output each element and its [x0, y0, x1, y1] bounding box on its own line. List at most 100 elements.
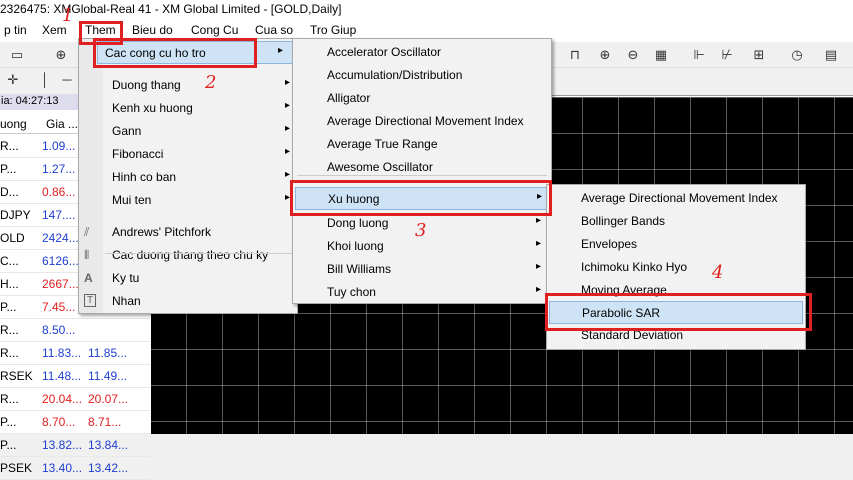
zoom-out-icon[interactable]: ⊖ — [624, 46, 642, 64]
row-symbol: P... — [0, 438, 17, 452]
row-symbol: C... — [0, 254, 19, 268]
insert-menu-item-label: Mui ten — [112, 193, 152, 207]
submenu-arrow-icon: ▸ — [285, 192, 291, 203]
market-watch-row[interactable]: R... 11.83... 11.85... — [0, 342, 150, 365]
indicators-icon[interactable]: ⊞ — [750, 46, 768, 64]
menu-insert[interactable]: Them — [85, 23, 116, 37]
indicators-menu-item[interactable]: Accelerator Oscillator — [295, 41, 549, 64]
submenu-arrow-icon: ▸ — [285, 77, 291, 88]
insert-menu: Cac cong cu ho tro ▸ Duong thang ▸ Kenh xu h… — [78, 38, 298, 314]
autoscroll-icon[interactable]: ⊩ — [690, 46, 708, 64]
indicators-menu-item[interactable]: Accumulation/Distribution — [295, 64, 549, 87]
submenu-arrow-icon: ▸ — [285, 123, 291, 134]
market-watch-row[interactable]: RSEK 11.48... 11.49... — [0, 365, 150, 388]
insert-menu-item[interactable]: Kenh xu huong ▸ — [105, 97, 295, 120]
insert-menu-item[interactable]: Duong thang ▸ — [105, 74, 295, 97]
insert-menu-item-label: Duong thang — [112, 78, 181, 92]
menu-help[interactable]: Tro Giup — [310, 23, 356, 37]
title-bar: 2326475: XMGlobal-Real 41 - XM Global Li… — [0, 0, 853, 19]
submenu-arrow-icon: ▸ — [536, 215, 542, 226]
insert-menu-item[interactable]: Cac duong thang theo chu ky — [105, 244, 295, 267]
insert-menu-item[interactable]: Nhan — [105, 290, 295, 313]
row-symbol: H... — [0, 277, 19, 291]
row-bid: 147.... — [42, 208, 76, 222]
row-ask: 11.49... — [88, 369, 128, 383]
periods-icon[interactable]: ◷ — [788, 46, 806, 64]
trend-menu-item[interactable]: Envelopes — [549, 233, 803, 256]
insert-menu-item[interactable]: Andrews' Pitchfork — [105, 221, 295, 244]
insert-menu-item[interactable]: Hinh co ban ▸ — [105, 166, 295, 189]
market-watch-row[interactable]: R... 8.50... — [0, 319, 150, 342]
insert-menu-item-label: Cac cong cu ho tro — [105, 46, 206, 60]
add-icon[interactable]: ⊕ — [52, 46, 70, 64]
row-ask: 8.71... — [88, 415, 122, 429]
row-bid: 6126... — [42, 254, 79, 268]
trend-menu-item[interactable]: Standard Deviation — [549, 324, 803, 347]
insert-menu-item-label: Cac duong thang theo chu ky — [112, 248, 269, 262]
row-bid: 11.48... — [42, 369, 82, 383]
insert-menu-item-label: Kenh xu huong — [112, 101, 193, 115]
insert-menu-item[interactable]: Fibonacci ▸ — [105, 143, 295, 166]
row-bid: 11.83... — [42, 346, 82, 360]
column-symbol[interactable]: uong — [0, 117, 27, 131]
menu-tools[interactable]: Cong Cu — [191, 23, 238, 37]
row-symbol: R... — [0, 323, 19, 337]
new-chart-icon[interactable]: ▭ — [8, 46, 26, 64]
row-bid: 8.50... — [42, 323, 76, 337]
indicators-menu-item[interactable]: Xu huong ▸ — [295, 187, 549, 210]
templates-icon[interactable]: ▤ — [822, 46, 840, 64]
indicators-menu-item-label: Average True Range — [327, 137, 438, 151]
indicators-menu-item[interactable]: Tuy chon ▸ — [295, 281, 549, 304]
horizontal-line-icon[interactable]: ─ — [58, 71, 76, 89]
step-number-1: 1 — [62, 5, 74, 26]
trend-menu-item[interactable]: Moving Average — [549, 279, 803, 302]
menu-file[interactable]: p tin — [4, 23, 27, 37]
row-symbol: RSEK — [0, 369, 33, 383]
insert-menu-item[interactable]: Cac cong cu ho tro ▸ — [97, 41, 295, 64]
column-bid[interactable]: Gia ... — [46, 117, 78, 131]
insert-menu-item-label: Nhan — [112, 294, 141, 308]
indicators-menu-item[interactable]: Average True Range — [295, 133, 549, 156]
tile-icon[interactable]: ▦ — [652, 46, 670, 64]
insert-menu-item-label: Fibonacci — [112, 147, 164, 161]
market-watch-row[interactable]: P... 13.82... 13.84... — [0, 434, 150, 457]
trend-menu-item-label: Ichimoku Kinko Hyo — [581, 260, 688, 274]
indicators-menu: Accelerator Oscillator Accumulation/Distr… — [292, 38, 552, 304]
row-symbol: P... — [0, 300, 17, 314]
insert-menu-item[interactable]: Mui ten ▸ — [105, 189, 295, 212]
indicators-menu-item-label: Accelerator Oscillator — [327, 45, 442, 59]
row-symbol: PSEK — [0, 461, 33, 475]
menu-charts[interactable]: Bieu do — [132, 23, 173, 37]
row-symbol: R... — [0, 139, 19, 153]
insert-menu-item-label: Andrews' Pitchfork — [112, 225, 211, 239]
submenu-arrow-icon: ▸ — [285, 146, 291, 157]
row-bid: 13.82... — [42, 438, 83, 452]
market-watch-row[interactable]: R... 20.04... 20.07... — [0, 388, 150, 411]
chart-shift-icon[interactable]: ⊬ — [718, 46, 736, 64]
trend-menu-item[interactable]: Bollinger Bands — [549, 210, 803, 233]
trend-menu-item[interactable]: Parabolic SAR — [549, 301, 803, 324]
market-watch-row[interactable]: PSEK 13.40... 13.42... — [0, 457, 150, 480]
insert-menu-item[interactable]: Ky tu — [105, 267, 295, 290]
insert-menu-item-label: Ky tu — [112, 271, 140, 285]
market-watch-row[interactable]: P... 8.70... 8.71... — [0, 411, 150, 434]
menu-separator — [105, 253, 295, 254]
indicators-menu-item[interactable]: Bill Williams ▸ — [295, 258, 549, 281]
row-bid: 0.86... — [42, 185, 76, 199]
vertical-line-icon[interactable]: │ — [36, 71, 54, 89]
trend-menu-item-label: Parabolic SAR — [582, 306, 661, 320]
trend-menu-item-label: Moving Average — [581, 283, 667, 297]
insert-menu-item-label: Hinh co ban — [112, 170, 177, 184]
row-bid: 1.27... — [42, 162, 76, 176]
trend-menu-item[interactable]: Ichimoku Kinko Hyo — [549, 256, 803, 279]
menu-window[interactable]: Cua so — [255, 23, 293, 37]
insert-menu-item[interactable]: Gann ▸ — [105, 120, 295, 143]
crosshair-icon[interactable]: ✛ — [4, 71, 22, 89]
indicators-menu-item[interactable]: Alligator — [295, 87, 549, 110]
trend-menu-item[interactable]: Average Directional Movement Index — [549, 187, 803, 210]
zoom-in-icon[interactable]: ⊕ — [596, 46, 614, 64]
step-number-3: 3 — [415, 220, 427, 241]
chart-bar-icon[interactable]: ⊓ — [566, 46, 584, 64]
indicators-menu-item[interactable]: Average Directional Movement Index — [295, 110, 549, 133]
row-bid: 8.70... — [42, 415, 76, 429]
